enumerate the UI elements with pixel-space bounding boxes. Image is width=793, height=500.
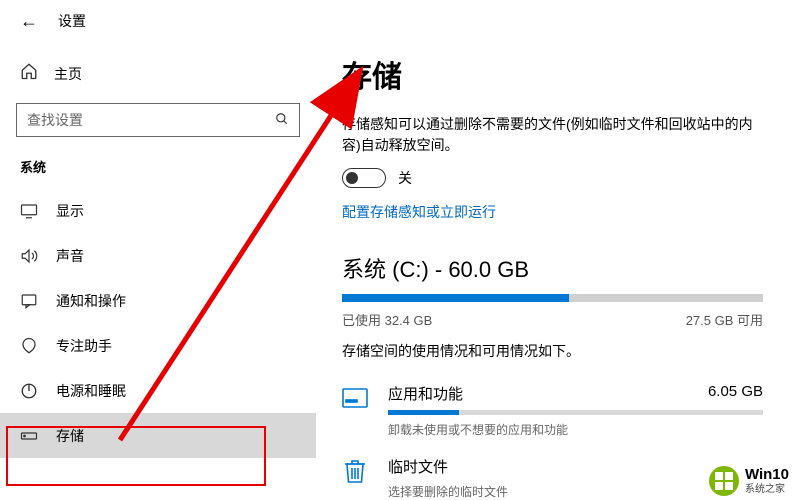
toggle-state-label: 关 — [398, 168, 412, 188]
back-button[interactable]: ← — [20, 11, 38, 32]
drive-usage-fill — [342, 294, 569, 302]
category-name: 应用和功能 — [388, 383, 463, 404]
category-bar-fill — [388, 410, 459, 415]
focus-assist-icon — [20, 337, 38, 355]
page-title: 存储 — [342, 52, 763, 96]
sidebar-item-label: 存储 — [56, 426, 84, 446]
display-icon — [20, 202, 38, 220]
category-temp-files[interactable]: 临时文件 选择要删除的临时文件 — [342, 456, 763, 500]
category-size: 6.05 GB — [708, 383, 763, 404]
power-icon — [20, 382, 38, 400]
window-header: ← 设置 — [0, 0, 793, 42]
storage-icon — [20, 427, 38, 445]
category-apps[interactable]: 应用和功能 6.05 GB 卸载未使用或不想要的应用和功能 — [342, 383, 763, 438]
notifications-icon — [20, 292, 38, 310]
sidebar-item-label: 显示 — [56, 201, 84, 221]
home-nav[interactable]: 主页 — [0, 54, 316, 93]
watermark-main: Win10 — [745, 467, 789, 484]
drive-free-label: 27.5 GB 可用 — [686, 310, 763, 329]
main-content: 存储 存储感知可以通过删除不需要的文件(例如临时文件和回收站中的内容)自动释放空… — [316, 42, 793, 500]
home-label: 主页 — [54, 64, 82, 84]
configure-storage-sense-link[interactable]: 配置存储感知或立即运行 — [342, 202, 496, 222]
drive-usage-bar — [342, 294, 763, 302]
sidebar-item-storage[interactable]: 存储 — [0, 413, 316, 458]
sidebar-item-notifications[interactable]: 通知和操作 — [0, 278, 316, 323]
sidebar-item-display[interactable]: 显示 — [0, 188, 316, 233]
sidebar-item-sound[interactable]: 声音 — [0, 233, 316, 278]
sidebar-item-label: 电源和睡眠 — [56, 381, 126, 401]
drive-title: 系统 (C:) - 60.0 GB — [342, 252, 763, 284]
sidebar-item-power-sleep[interactable]: 电源和睡眠 — [0, 368, 316, 413]
category-subtitle: 卸载未使用或不想要的应用和功能 — [388, 421, 763, 438]
category-name: 临时文件 — [388, 456, 448, 477]
storage-sense-description: 存储感知可以通过删除不需要的文件(例如临时文件和回收站中的内容)自动释放空间。 — [342, 114, 763, 156]
drive-usage-meta: 已使用 32.4 GB 27.5 GB 可用 — [342, 310, 763, 329]
usage-description: 存储空间的使用情况和可用情况如下。 — [342, 341, 763, 361]
sidebar-item-label: 声音 — [56, 246, 84, 266]
sidebar-item-label: 专注助手 — [56, 336, 112, 356]
watermark: Win10 系统之家 — [709, 466, 789, 496]
header-title: 设置 — [58, 11, 86, 31]
section-label: 系统 — [0, 151, 316, 188]
storage-sense-toggle[interactable] — [342, 168, 386, 188]
category-bar — [388, 410, 763, 415]
toggle-knob — [346, 172, 358, 184]
watermark-sub: 系统之家 — [745, 484, 789, 495]
sidebar-item-focus-assist[interactable]: 专注助手 — [0, 323, 316, 368]
search-box[interactable] — [16, 103, 300, 137]
search-icon — [275, 112, 289, 129]
category-subtitle: 选择要删除的临时文件 — [388, 483, 763, 500]
drive-used-label: 已使用 32.4 GB — [342, 310, 432, 329]
sidebar-item-label: 通知和操作 — [56, 291, 126, 311]
sidebar: 主页 系统 显示 声音 通知和操作 — [0, 42, 316, 500]
sound-icon — [20, 247, 38, 265]
watermark-logo-icon — [709, 466, 739, 496]
apps-icon — [342, 385, 368, 411]
home-icon — [20, 62, 38, 85]
trash-icon — [342, 458, 368, 484]
search-input[interactable] — [27, 112, 275, 128]
